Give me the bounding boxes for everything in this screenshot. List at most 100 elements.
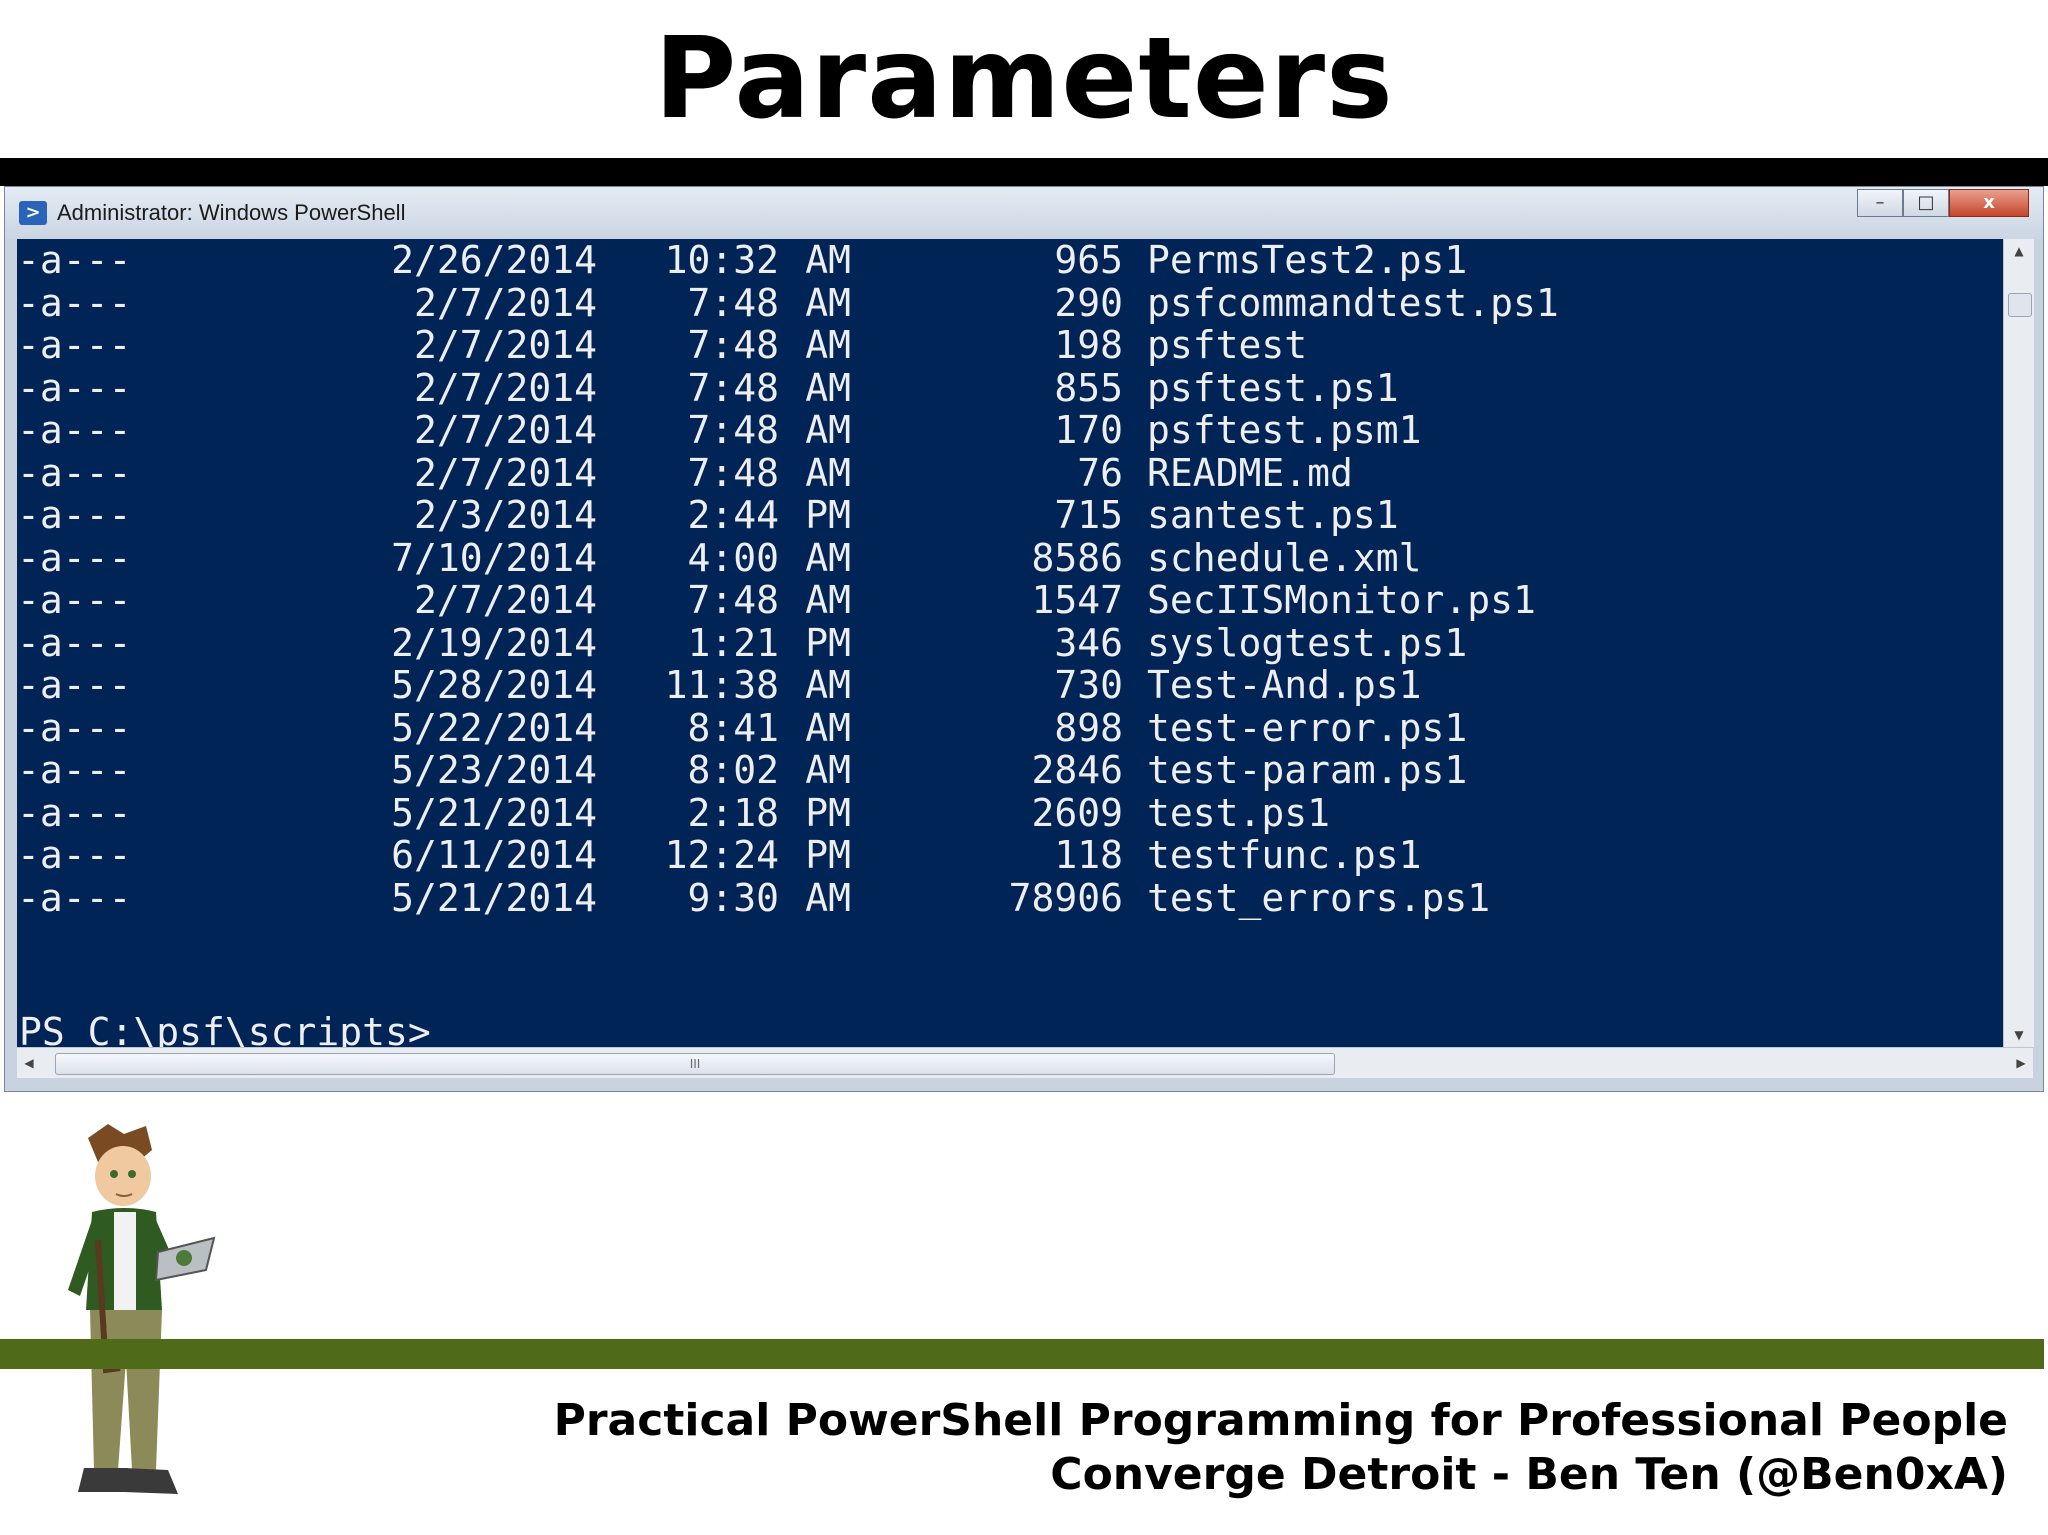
console-output[interactable]: -a--- 2/26/2014 10:32 AM 965 PermsTest2.ps1 -a… — [17, 239, 2003, 1047]
horizontal-scroll-thumb[interactable]: III — [55, 1053, 1335, 1075]
file-name: test-error.ps1 — [1147, 705, 1468, 750]
listing-row: -a--- 2/7/2014 7:48 AM 76 README.md — [17, 450, 2003, 495]
listing-row: -a--- 7/10/2014 4:00 AM 8586 schedule.xml — [17, 535, 2003, 580]
listing-row: -a--- 2/7/2014 7:48 AM 290 psfcommandtest.ps1 — [17, 280, 2003, 325]
listing-row: -a--- 2/19/2014 1:21 PM 346 syslogtest.ps1 — [17, 620, 2003, 665]
window-titlebar[interactable]: > Administrator: Windows PowerShell – □ … — [5, 187, 2043, 239]
file-name: psfcommandtest.ps1 — [1147, 280, 1559, 325]
minimize-button[interactable]: – — [1857, 189, 1903, 217]
file-time: 10:32 — [664, 239, 779, 282]
file-length: 1547 — [1031, 578, 1123, 622]
file-mode: -a--- — [17, 535, 132, 580]
mascot-character-illustration — [68, 1124, 216, 1494]
file-mode: -a--- — [17, 365, 132, 410]
file-time: 7:48 — [687, 365, 779, 410]
vertical-scroll-thumb[interactable] — [2008, 293, 2032, 317]
file-name: psftest.ps1 — [1147, 365, 1399, 410]
file-time: 12:24 — [664, 833, 779, 877]
scroll-down-icon[interactable]: ▼ — [2004, 1023, 2034, 1047]
footer-event-speaker: Converge Detroit - Ben Ten (@Ben0xA) — [1050, 1449, 2008, 1500]
file-mode: -a--- — [17, 578, 132, 622]
file-name: SecIISMonitor.ps1 — [1147, 578, 1536, 622]
file-mode: -a--- — [17, 663, 132, 707]
file-name: README.md — [1147, 450, 1353, 495]
vertical-scrollbar[interactable]: ▲ ▼ — [2003, 239, 2034, 1047]
listing-row: -a--- 6/11/2014 12:24 PM 118 testfunc.ps1 — [17, 834, 2003, 877]
slide-title: Parameters — [654, 14, 1394, 144]
scroll-right-icon[interactable]: ▶ — [2009, 1048, 2033, 1078]
file-date: 2/7/2014 — [413, 408, 597, 452]
powershell-window[interactable]: > Administrator: Windows PowerShell – □ … — [4, 186, 2044, 1092]
footer-accent-bar — [0, 1339, 2044, 1369]
file-date: 2/3/2014 — [413, 493, 597, 537]
command-prompt[interactable]: PS C:\psf\scripts> — [19, 1011, 431, 1047]
file-length: 118 — [1054, 833, 1123, 877]
maximize-button[interactable]: □ — [1903, 189, 1949, 217]
file-time: 2:18 — [687, 790, 779, 835]
listing-row: -a--- 2/7/2014 7:48 AM 855 psftest.ps1 — [17, 365, 2003, 410]
file-length: 8586 — [1031, 535, 1123, 580]
file-mode: -a--- — [17, 408, 132, 452]
file-length: 290 — [1054, 280, 1123, 325]
file-mode: -a--- — [17, 875, 132, 920]
file-mode: -a--- — [17, 450, 132, 495]
file-time: 7:48 — [687, 323, 779, 367]
file-date: 6/11/2014 — [391, 833, 597, 877]
file-length: 898 — [1054, 705, 1123, 750]
file-ampm: AM — [805, 578, 851, 622]
listing-row: -a--- 2/26/2014 10:32 AM 965 PermsTest2.ps1 — [17, 239, 2003, 282]
close-button[interactable]: x — [1949, 189, 2029, 217]
listing-row: -a--- 5/21/2014 2:18 PM 2609 test.ps1 — [17, 790, 2003, 835]
directory-listing: -a--- 2/26/2014 10:32 AM 965 PermsTest2.ps1 -a… — [17, 239, 2003, 919]
file-length: 2846 — [1031, 748, 1123, 792]
file-length: 855 — [1054, 365, 1123, 410]
file-time: 8:02 — [687, 748, 779, 792]
file-ampm: AM — [805, 705, 851, 750]
file-time: 4:00 — [687, 535, 779, 580]
file-name: test.ps1 — [1147, 790, 1331, 835]
file-ampm: AM — [805, 535, 851, 580]
listing-row: -a--- 5/21/2014 9:30 AM 78906 test_errors.ps1 — [17, 875, 2003, 920]
file-date: 2/7/2014 — [413, 450, 597, 495]
file-date: 2/7/2014 — [413, 280, 597, 325]
window-title: Administrator: Windows PowerShell — [57, 200, 406, 225]
file-date: 2/7/2014 — [413, 365, 597, 410]
horizontal-scrollbar[interactable]: ◀ III ▶ — [17, 1047, 2033, 1078]
powershell-icon[interactable]: > — [19, 201, 47, 225]
listing-row: -a--- 5/22/2014 8:41 AM 898 test-error.ps1 — [17, 705, 2003, 750]
file-ampm: AM — [805, 239, 851, 282]
file-date: 5/23/2014 — [391, 748, 597, 792]
file-date: 2/19/2014 — [391, 620, 597, 665]
file-ampm: AM — [805, 280, 851, 325]
file-date: 5/22/2014 — [391, 705, 597, 750]
listing-row: -a--- 2/7/2014 7:48 AM 198 psftest — [17, 324, 2003, 367]
file-name: psftest — [1147, 323, 1308, 367]
listing-row: -a--- 2/3/2014 2:44 PM 715 santest.ps1 — [17, 494, 2003, 537]
file-date: 2/7/2014 — [413, 578, 597, 622]
file-ampm: AM — [805, 663, 851, 707]
file-time: 11:38 — [664, 663, 779, 707]
file-length: 2609 — [1031, 790, 1123, 835]
file-ampm: AM — [805, 408, 851, 452]
file-length: 78906 — [1008, 875, 1123, 920]
file-length: 965 — [1054, 239, 1123, 282]
scroll-up-icon[interactable]: ▲ — [2004, 239, 2034, 263]
listing-row: -a--- 5/23/2014 8:02 AM 2846 test-param.ps1 — [17, 749, 2003, 792]
listing-row: -a--- 2/7/2014 7:48 AM 1547 SecIISMonitor.ps1 — [17, 579, 2003, 622]
file-length: 170 — [1054, 408, 1123, 452]
file-ampm: PM — [805, 493, 851, 537]
file-length: 76 — [1077, 450, 1123, 495]
file-ampm: PM — [805, 790, 851, 835]
scroll-left-icon[interactable]: ◀ — [17, 1048, 41, 1078]
file-name: santest.ps1 — [1147, 493, 1399, 537]
file-time: 9:30 — [687, 875, 779, 920]
file-mode: -a--- — [17, 790, 132, 835]
file-name: syslogtest.ps1 — [1147, 620, 1468, 665]
file-mode: -a--- — [17, 239, 132, 282]
file-ampm: AM — [805, 450, 851, 495]
file-time: 7:48 — [687, 280, 779, 325]
file-mode: -a--- — [17, 323, 132, 367]
file-date: 2/26/2014 — [391, 239, 597, 282]
footer-talk-title: Practical PowerShell Programming for Pro… — [553, 1395, 2008, 1446]
file-date: 2/7/2014 — [413, 323, 597, 367]
